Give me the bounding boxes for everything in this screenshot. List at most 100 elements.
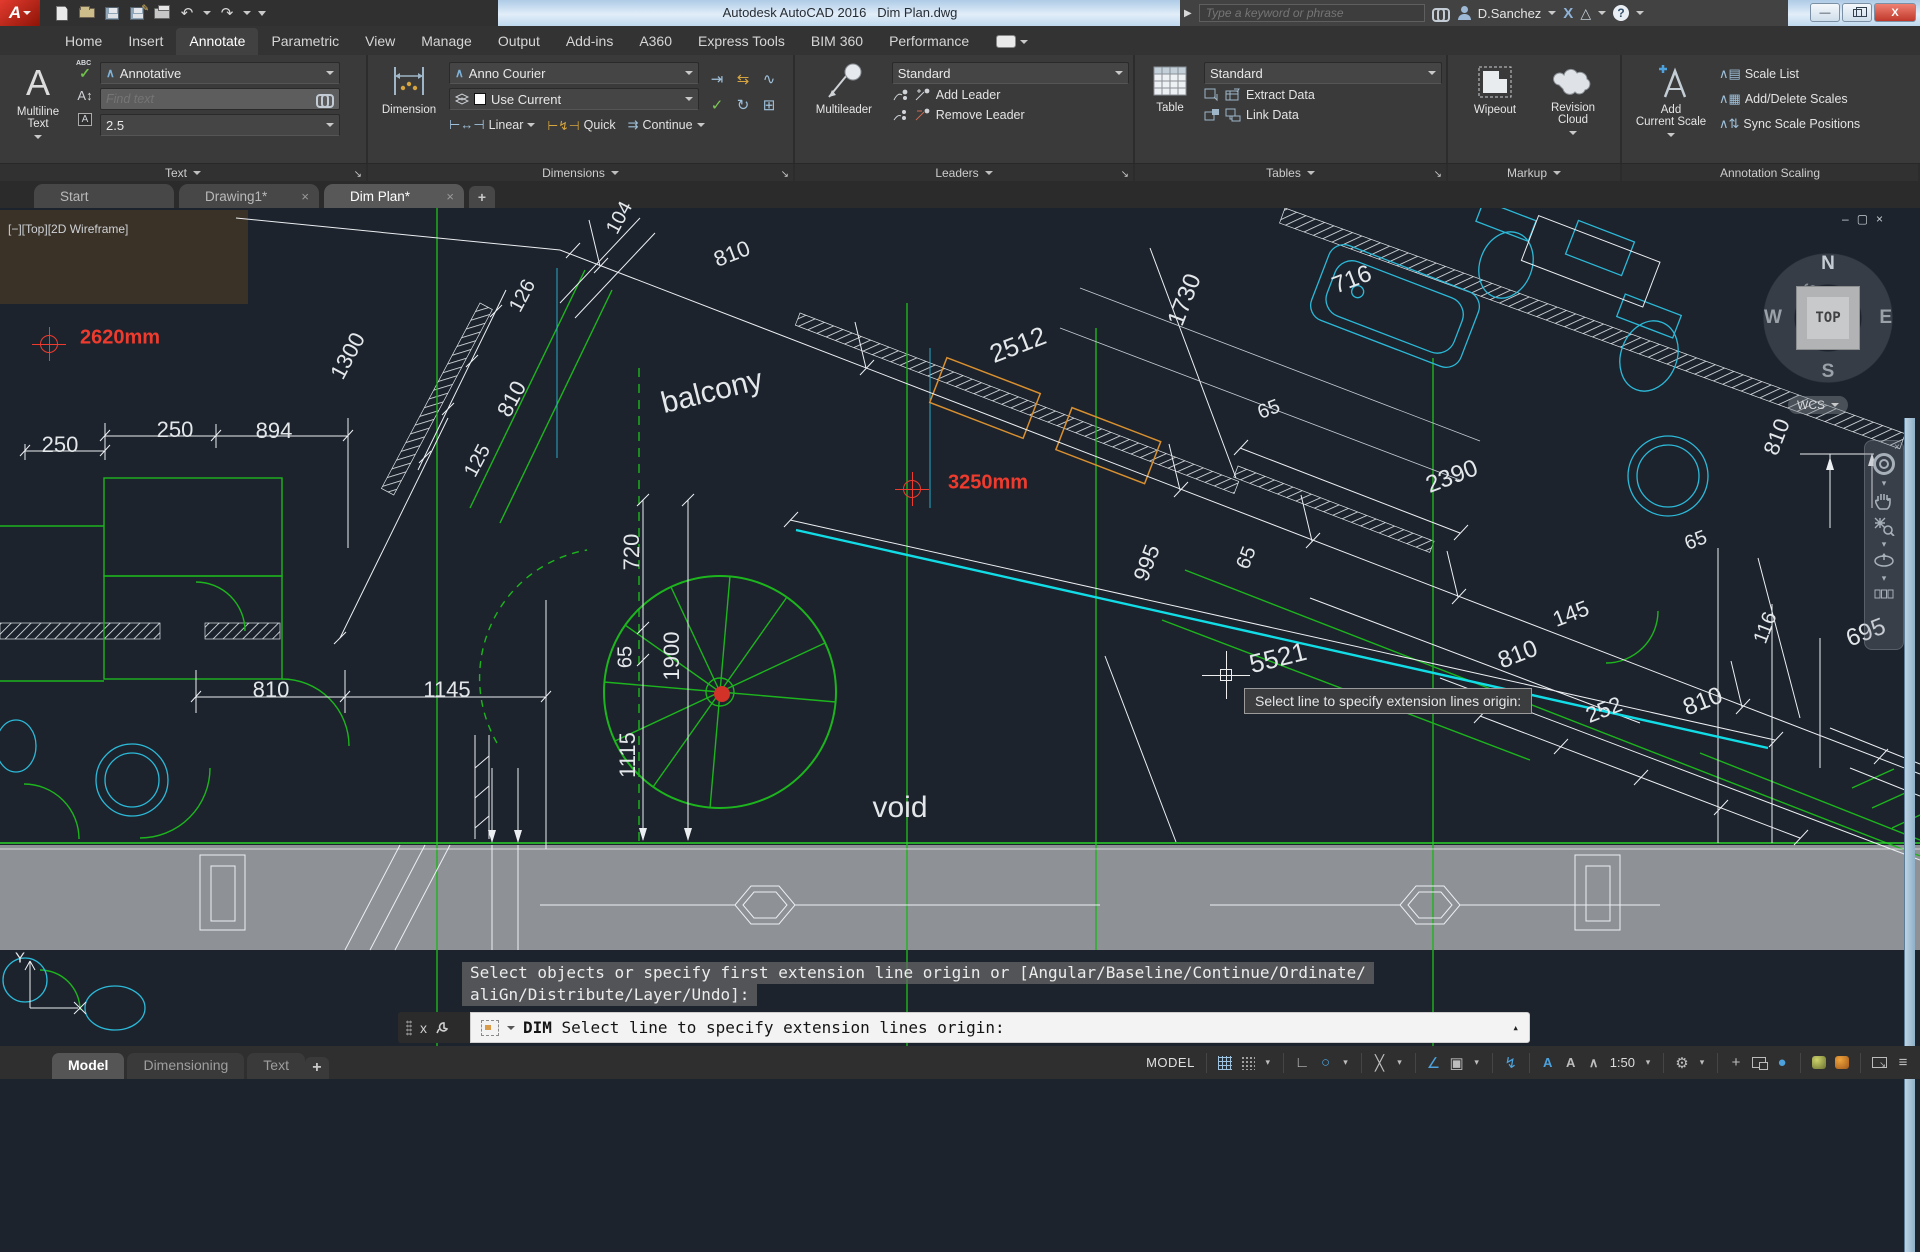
undo-dropdown-icon[interactable] <box>203 11 211 19</box>
ribbon-tab-view[interactable]: View <box>352 28 408 55</box>
dialog-launcher-icon[interactable]: ↘ <box>781 169 789 180</box>
redo-button[interactable]: ↷ <box>218 5 236 21</box>
ribbon-display-toggle[interactable] <box>996 35 1028 55</box>
text-align-icon[interactable]: A↕ <box>75 86 95 104</box>
viewport-controls[interactable]: [−][Top][2D Wireframe] <box>8 222 128 236</box>
a360-dropdown-icon[interactable] <box>1598 11 1606 19</box>
showmotion-icon[interactable] <box>1874 586 1894 602</box>
dim-inspect-icon[interactable]: ✓ <box>704 92 730 118</box>
zoom-dropdown-icon[interactable]: ▾ <box>1882 541 1887 547</box>
ribbon-tab-performance[interactable]: Performance <box>876 28 982 55</box>
add-current-scale-button[interactable]: AddCurrent Scale <box>1628 60 1714 161</box>
isodraft-dropdown-icon[interactable]: ▾ <box>1396 1057 1404 1068</box>
clean-screen-icon[interactable] <box>1872 1057 1887 1068</box>
workspace-dropdown-icon[interactable]: ▾ <box>1698 1057 1706 1068</box>
continue-dimension-button[interactable]: ⇉Continue <box>628 117 705 133</box>
extract-data-button[interactable]: Extract Data <box>1204 88 1442 102</box>
ribbon-tab-annotate[interactable]: Annotate <box>176 28 258 55</box>
dialog-launcher-icon[interactable]: ↘ <box>1434 169 1442 180</box>
file-tab-start[interactable]: Start <box>34 184 174 208</box>
customize-qat-icon[interactable] <box>258 11 266 20</box>
customize-status-icon[interactable]: ≡ <box>1896 1054 1910 1071</box>
panel-footer-dimensions[interactable]: Dimensions↘ <box>368 164 795 181</box>
panel-footer-leaders[interactable]: Leaders↘ <box>795 164 1135 181</box>
add-delete-scales-button[interactable]: ∧▦Add/Delete Scales <box>1719 91 1860 107</box>
viewcube-top-face[interactable]: TOP <box>1796 286 1860 350</box>
floor-plan-drawing[interactable] <box>0 208 1920 1046</box>
ortho-icon[interactable]: ∟ <box>1295 1054 1310 1071</box>
layout-tab-model[interactable]: Model <box>52 1053 124 1079</box>
viewcube-south[interactable]: S <box>1822 361 1835 383</box>
plot-button[interactable] <box>153 5 171 21</box>
panel-footer-markup[interactable]: Markup <box>1448 164 1622 181</box>
command-input[interactable]: DIM Select line to specify extension lin… <box>470 1012 1530 1043</box>
polar-tracking-icon[interactable]: ○ <box>1319 1054 1333 1071</box>
annotation-autoscale-icon[interactable]: A <box>1564 1055 1578 1070</box>
open-file-button[interactable] <box>78 5 96 21</box>
vertical-scrollbar[interactable] <box>1904 418 1915 1252</box>
close-tab-icon[interactable]: × <box>301 189 309 204</box>
ribbon-tab-express-tools[interactable]: Express Tools <box>685 28 798 55</box>
multileader-button[interactable]: Multileader <box>801 60 887 161</box>
drawing-minimize-icon[interactable]: ‒ <box>1842 212 1849 226</box>
dim-jog-line-icon[interactable]: ∿ <box>756 66 782 92</box>
dimension-button[interactable]: Dimension <box>374 60 444 161</box>
layout-tab-text[interactable]: Text <box>247 1053 305 1079</box>
annotation-monitor-icon[interactable]: + <box>1729 1054 1743 1071</box>
osnap-dropdown-icon[interactable]: ▾ <box>1473 1057 1481 1068</box>
linear-dimension-button[interactable]: ⊢↔⊣Linear <box>449 117 535 133</box>
ribbon-tab-bim-360[interactable]: BIM 360 <box>798 28 876 55</box>
graphics-performance-icon[interactable]: ● <box>1775 1054 1789 1071</box>
trusted-dwg-icon[interactable] <box>1835 1056 1849 1069</box>
text-style-combo[interactable]: ∧Annotative <box>100 62 340 84</box>
scale-list-button[interactable]: ∧▤Scale List <box>1719 66 1860 82</box>
snap-icon[interactable] <box>1241 1056 1255 1070</box>
infocenter-expand-icon[interactable]: ▶ <box>1184 8 1192 19</box>
dim-adjust-space-icon[interactable]: ⇆ <box>730 66 756 92</box>
help-icon[interactable]: ? <box>1613 5 1629 21</box>
wcs-menu[interactable]: WCS <box>1788 396 1848 414</box>
a360-icon[interactable]: △ <box>1580 5 1591 22</box>
help-dropdown-icon[interactable] <box>1636 11 1644 19</box>
find-text-input[interactable] <box>101 92 316 106</box>
dynamic-input-icon[interactable]: ↯ <box>1504 1054 1518 1072</box>
file-tab-dim-plan[interactable]: Dim Plan*× <box>324 184 464 208</box>
quick-dimension-button[interactable]: ⊢↯⊣Quick <box>547 117 615 133</box>
user-dropdown-icon[interactable] <box>1548 11 1556 19</box>
panel-footer-text[interactable]: Text↘ <box>0 164 368 181</box>
check-spelling-icon[interactable]: ABC✓ <box>75 62 95 80</box>
navbar-close-icon[interactable]: × <box>1894 442 1900 453</box>
undo-button[interactable]: ↶ <box>178 5 196 21</box>
panel-footer-annotation-scaling[interactable]: Annotation Scaling <box>1622 164 1920 181</box>
command-grip-icon[interactable] <box>406 1020 412 1036</box>
sync-scale-positions-button[interactable]: ∧⇅Sync Scale Positions <box>1719 116 1860 132</box>
search-input[interactable] <box>1199 4 1425 22</box>
ribbon-tab-add-ins[interactable]: Add-ins <box>553 28 626 55</box>
panel-footer-tables[interactable]: Tables↘ <box>1135 164 1448 181</box>
dim-reassociate-icon[interactable]: ⊞ <box>756 92 782 118</box>
multileader-style-combo[interactable]: Standard <box>892 62 1129 84</box>
isolate-objects-icon[interactable] <box>1812 1056 1826 1069</box>
ribbon-tab-home[interactable]: Home <box>52 28 115 55</box>
add-leader-button[interactable]: Add Leader <box>892 88 1129 102</box>
drawing-restore-icon[interactable]: ▢ <box>1857 212 1868 226</box>
ribbon-tab-output[interactable]: Output <box>485 28 553 55</box>
link-data-button[interactable]: Link Data <box>1204 108 1442 122</box>
search-binoculars-icon[interactable] <box>1432 7 1450 19</box>
ribbon-tab-manage[interactable]: Manage <box>408 28 485 55</box>
file-tab-drawing1[interactable]: Drawing1*× <box>179 184 319 208</box>
wheel-dropdown-icon[interactable]: ▾ <box>1882 480 1887 486</box>
zoom-icon[interactable] <box>1873 516 1895 536</box>
close-button[interactable]: X <box>1874 3 1916 22</box>
navigation-wheel-icon[interactable] <box>1873 453 1895 475</box>
annotation-scale-value[interactable]: 1:50 <box>1610 1055 1635 1070</box>
remove-leader-button[interactable]: Remove Leader <box>892 108 1129 122</box>
dim-update-icon[interactable]: ↻ <box>730 92 756 118</box>
command-close-icon[interactable]: x <box>420 1020 427 1036</box>
otrack-icon[interactable]: ∠ <box>1427 1054 1441 1072</box>
recent-commands-icon[interactable] <box>481 1020 499 1036</box>
isodraft-icon[interactable]: ╳ <box>1373 1054 1387 1072</box>
ribbon-tab-a360[interactable]: A360 <box>626 28 685 55</box>
viewcube-north[interactable]: N <box>1821 253 1835 275</box>
ribbon-tab-parametric[interactable]: Parametric <box>258 28 352 55</box>
